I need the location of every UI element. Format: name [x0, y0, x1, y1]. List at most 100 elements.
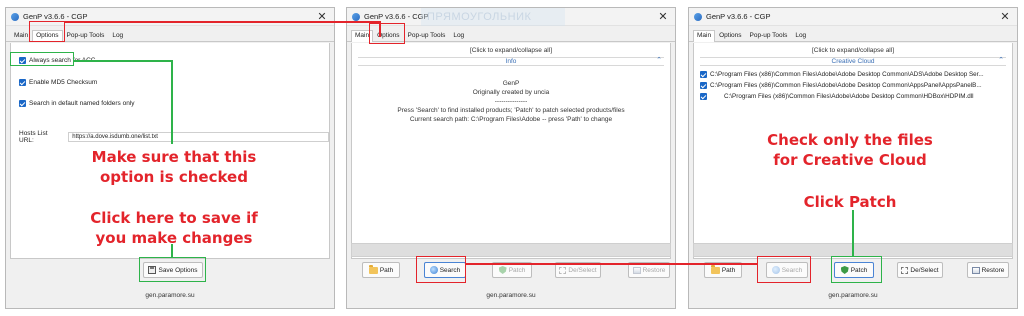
checkbox-checked-icon[interactable]	[700, 71, 707, 78]
path-label: Path	[379, 266, 394, 274]
tab-popup-tools[interactable]: Pop-up Tools	[404, 30, 450, 41]
tab-bar: Main Options Pop-up Tools Log	[347, 29, 675, 42]
footer-link[interactable]: gen.paramore.su	[347, 292, 675, 299]
restore-icon	[971, 266, 980, 274]
genp-window-main: GenP v3.6.6 - CGP ✕ Main Options Pop-up …	[346, 7, 676, 309]
tab-bar: Main Options Pop-up Tools Log	[689, 29, 1017, 42]
info-section-header[interactable]: Info ⌃	[358, 57, 664, 66]
shield-icon	[498, 266, 507, 274]
file-item[interactable]: C:\Program Files (x86)\Common Files\Adob…	[700, 71, 1008, 78]
progress-bar	[693, 243, 1013, 257]
annotation-line: for Creative Cloud	[773, 151, 927, 169]
search-button[interactable]: Search	[424, 262, 466, 278]
checkbox-checked-icon[interactable]	[700, 93, 707, 100]
app-icon	[694, 12, 702, 21]
app-icon	[11, 12, 19, 21]
main-page: [Click to expand/collapse all] Info ⌃ Ge…	[351, 43, 671, 259]
annotation-click-patch: Click Patch	[790, 192, 910, 212]
tab-main[interactable]: Main	[693, 30, 716, 42]
deselect-label: De/Select	[910, 266, 939, 274]
close-icon[interactable]: ✕	[998, 11, 1012, 23]
close-icon[interactable]: ✕	[656, 11, 670, 23]
window-title: GenP v3.6.6 - CGP	[706, 12, 771, 21]
chevron-up-icon[interactable]: ⌃	[998, 57, 1004, 65]
annotation-line: you make changes	[95, 229, 253, 247]
tab-main[interactable]: Main	[351, 30, 374, 42]
md5-checksum-option[interactable]: Enable MD5 Checksum	[19, 79, 97, 86]
search-label: Search	[781, 266, 803, 274]
progress-bar	[351, 243, 671, 257]
file-item[interactable]: C:\Program Files (x86)\Common Files\Adob…	[700, 82, 1008, 89]
log-line: Current search path: C:\Program Files\Ad…	[409, 116, 613, 123]
checkbox-checked-icon[interactable]	[19, 57, 26, 64]
annotation-line: Check only the files	[767, 131, 933, 149]
path-label: Path	[721, 266, 736, 274]
search-button[interactable]: Search	[766, 262, 808, 278]
checkbox-checked-icon[interactable]	[19, 100, 26, 107]
shield-icon	[840, 266, 849, 274]
tab-log[interactable]: Log	[449, 30, 468, 41]
annotation-line: Make sure that this	[91, 148, 257, 166]
patch-button[interactable]: Patch	[492, 262, 532, 278]
path-button[interactable]: Path	[362, 262, 400, 278]
info-log: GenP Originally created by uncia -------…	[352, 79, 670, 124]
save-options-label: Save Options	[158, 266, 198, 274]
annotation-save: Click here to save if you make changes	[86, 208, 262, 248]
checkbox-checked-icon[interactable]	[700, 82, 707, 89]
restore-button[interactable]: Restore	[967, 262, 1009, 278]
tab-main[interactable]: Main	[10, 30, 32, 41]
log-line: Originally created by uncia	[472, 89, 550, 96]
info-section-title: Info	[505, 58, 517, 65]
save-options-button[interactable]: Save Options	[143, 262, 203, 278]
file-path: C:\Program Files (x86)\Common Files\Adob…	[710, 71, 984, 78]
annotation-check-option: Make sure that this option is checked	[86, 147, 262, 187]
restore-icon	[632, 266, 641, 274]
tab-popup-tools[interactable]: Pop-up Tools	[63, 30, 109, 41]
checkbox-label: Enable MD5 Checksum	[29, 79, 98, 86]
path-button[interactable]: Path	[704, 262, 742, 278]
restore-button[interactable]: Restore	[628, 262, 670, 278]
patch-label: Patch	[508, 266, 526, 274]
tab-options[interactable]: Options	[373, 30, 403, 41]
expand-collapse-link[interactable]: [Click to expand/collapse all]	[352, 47, 670, 54]
footer-link[interactable]: gen.paramore.su	[6, 292, 334, 299]
log-line: GenP	[502, 80, 520, 87]
window-title: GenP v3.6.6 - CGP	[23, 12, 88, 21]
close-icon[interactable]: ✕	[315, 11, 329, 23]
hosts-list-row: Hosts List URL: https://a.dove.isdumb.on…	[19, 130, 329, 144]
search-label: Search	[439, 266, 461, 274]
tab-options[interactable]: Options	[715, 30, 745, 41]
restore-label: Restore	[642, 266, 666, 274]
checkbox-checked-icon[interactable]	[19, 79, 26, 86]
checkbox-label: Always search for ACC	[29, 57, 96, 64]
search-icon	[771, 266, 780, 274]
watermark-overlay: ПРЯМОУГОЛЬНИК	[421, 8, 565, 26]
patch-button[interactable]: Patch	[834, 262, 874, 278]
tab-log[interactable]: Log	[108, 30, 127, 41]
folder-icon	[710, 264, 720, 274]
file-path: C:\Program Files (x86)\Common Files\Adob…	[724, 93, 974, 100]
app-icon	[352, 12, 360, 21]
title-bar: GenP v3.6.6 - CGP ✕	[689, 8, 1017, 26]
selection-icon	[901, 266, 909, 274]
file-item[interactable]: C:\Program Files (x86)\Common Files\Adob…	[700, 93, 1008, 100]
creative-cloud-section-header[interactable]: Creative Cloud ⌃	[700, 57, 1006, 66]
log-line: ---------------	[494, 98, 528, 105]
tab-log[interactable]: Log	[791, 30, 810, 41]
title-bar: GenP v3.6.6 - CGP ✕	[6, 8, 334, 26]
footer-link[interactable]: gen.paramore.su	[689, 292, 1017, 299]
deselect-label: De/Select	[568, 266, 597, 274]
hosts-list-label: Hosts List URL:	[19, 130, 48, 144]
chevron-up-icon[interactable]: ⌃	[656, 57, 662, 65]
expand-collapse-link[interactable]: [Click to expand/collapse all]	[694, 47, 1012, 54]
search-default-folders-option[interactable]: Search in default named folders only	[19, 100, 135, 107]
always-search-acc-option[interactable]: Always search for ACC	[19, 57, 95, 64]
restore-label: Restore	[981, 266, 1005, 274]
file-path: C:\Program Files (x86)\Common Files\Adob…	[710, 82, 982, 89]
hosts-list-url-input[interactable]: https://a.dove.isdumb.one/list.txt	[68, 132, 329, 142]
deselect-button[interactable]: De/Select	[897, 262, 943, 278]
tab-options[interactable]: Options	[32, 30, 63, 42]
tab-popup-tools[interactable]: Pop-up Tools	[746, 30, 792, 41]
deselect-button[interactable]: De/Select	[555, 262, 601, 278]
annotation-check-files: Check only the files for Creative Cloud	[750, 130, 950, 170]
